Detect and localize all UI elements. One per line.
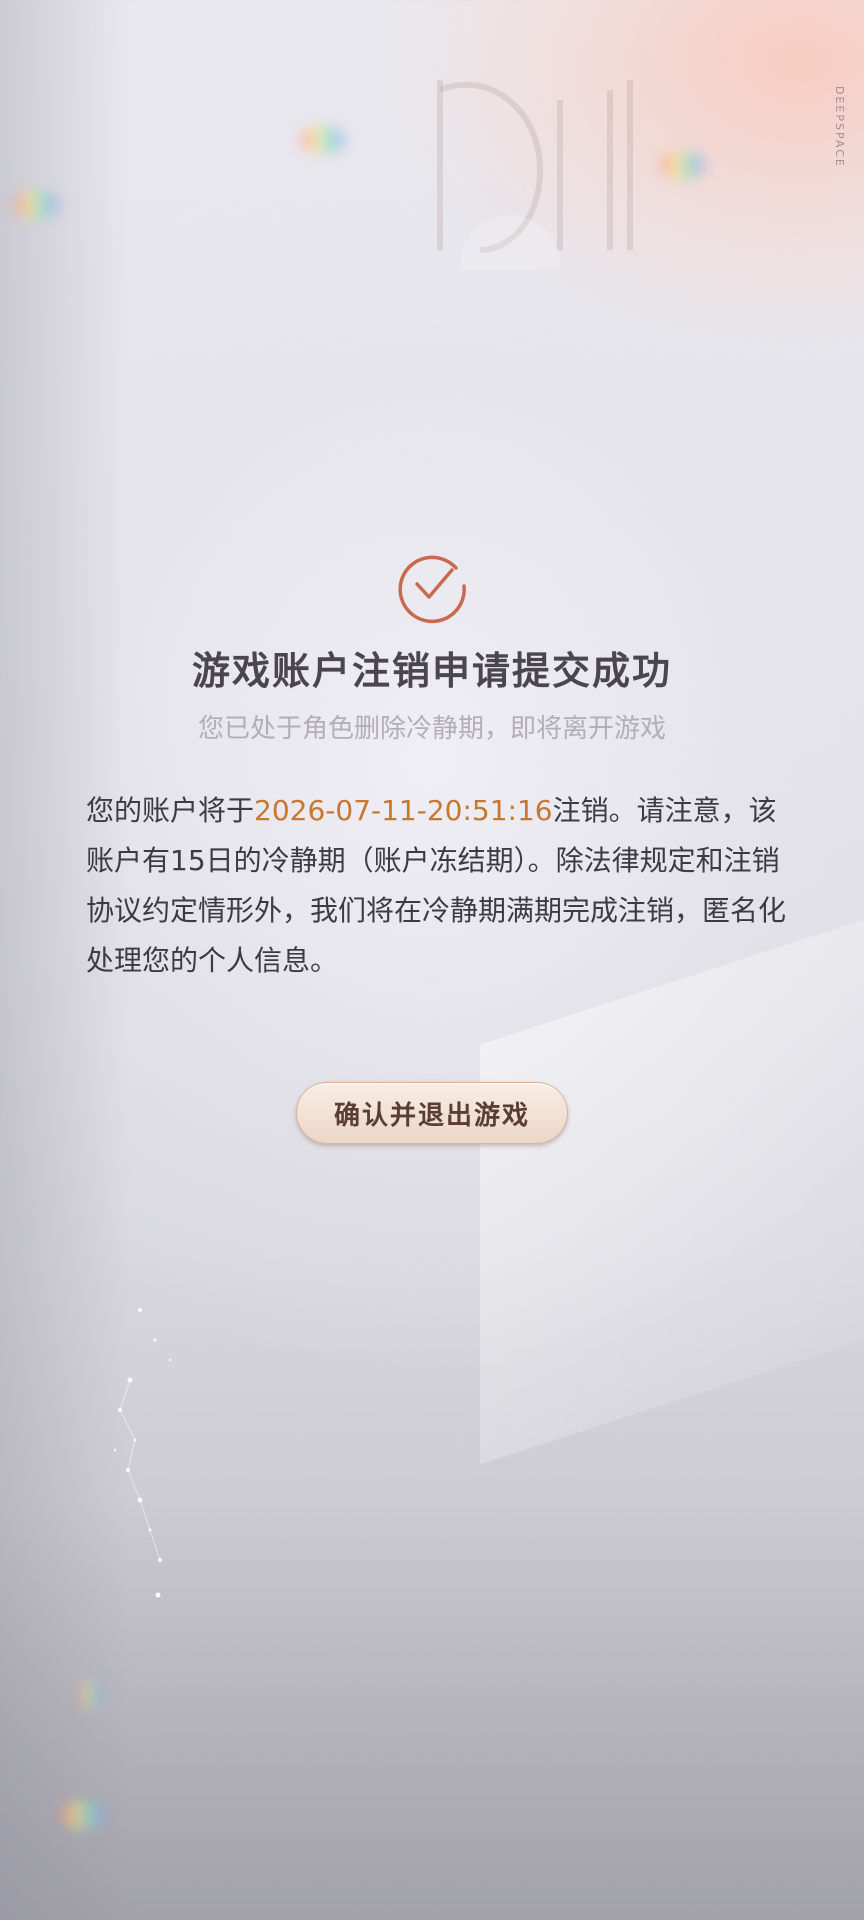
prism-light-decoration xyxy=(14,190,60,220)
deactivation-date: 2026-07-11-20:51:16 xyxy=(254,794,553,827)
star-sparkles-decoration xyxy=(113,1308,172,1598)
page-title: 游戏账户注销申请提交成功 xyxy=(191,648,672,693)
success-check-icon xyxy=(398,555,466,624)
page-subtitle: 您已处于角色删除冷静期，即将离开游戏 xyxy=(197,714,666,744)
background-bottom-shade xyxy=(0,1500,864,1920)
game-logo-watermark xyxy=(437,80,633,270)
deactivation-notice: 您的账户将于2026-07-11-20:51:16注销。请注意，该账户有15日的… xyxy=(86,786,786,986)
prism-light-decoration xyxy=(300,125,346,155)
prism-light-decoration xyxy=(80,1680,100,1710)
notice-prefix: 您的账户将于 xyxy=(86,794,255,827)
prism-light-decoration xyxy=(60,1800,106,1830)
prism-light-decoration xyxy=(660,150,706,180)
confirm-exit-button[interactable]: 确认并退出游戏 xyxy=(296,1082,568,1144)
corner-brand-label: DEEPSPACE xyxy=(833,86,846,168)
